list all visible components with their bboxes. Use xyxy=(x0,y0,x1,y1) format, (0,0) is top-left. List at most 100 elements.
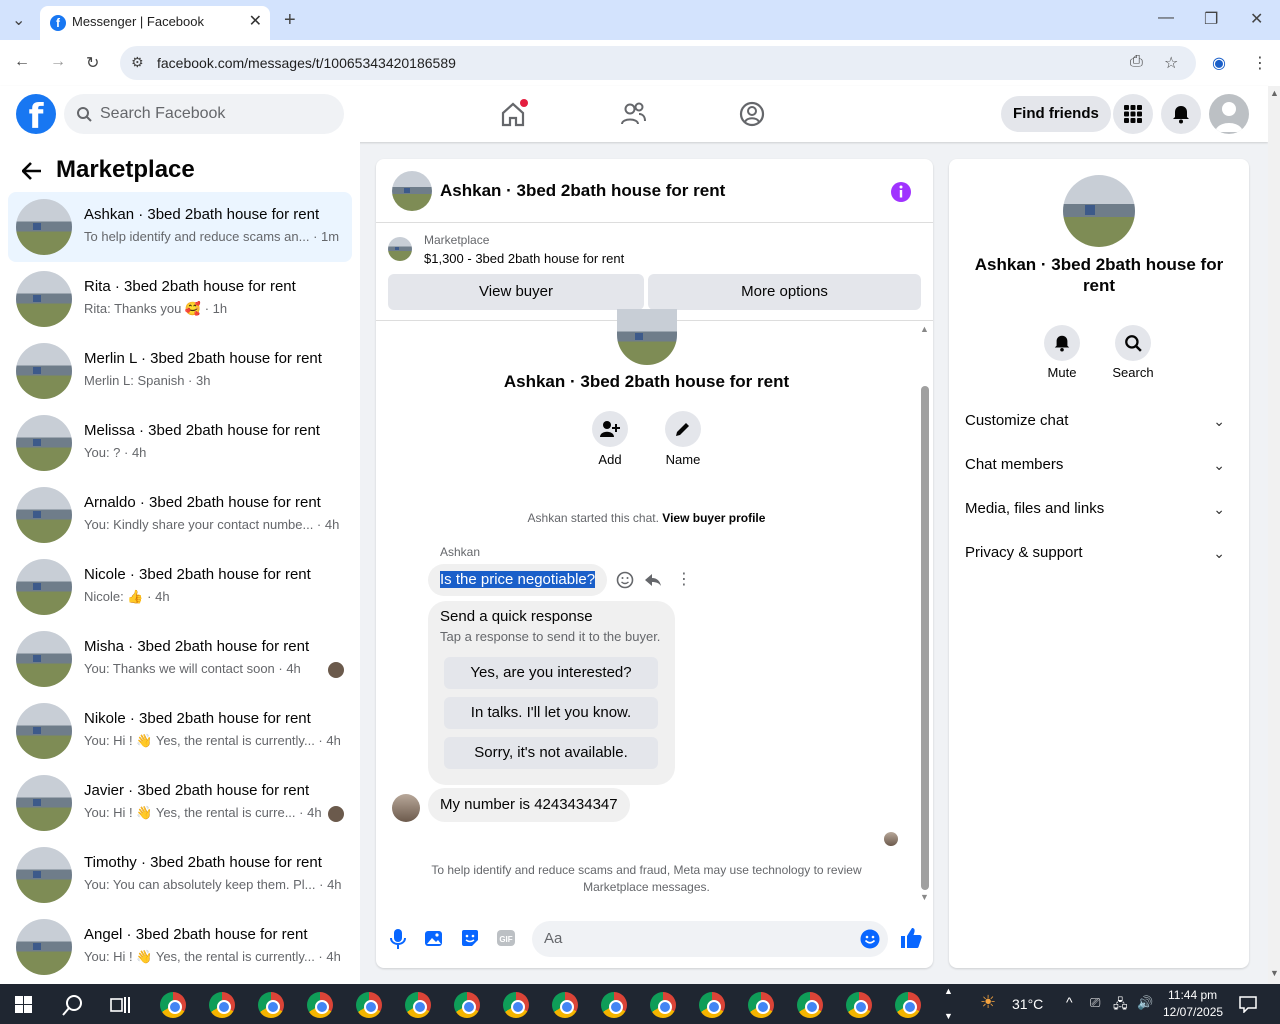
quick-response-button[interactable]: Yes, are you interested? xyxy=(444,657,658,689)
conversation-item[interactable]: Angel · 3bed 2bath house for rent You: Hi… xyxy=(8,912,352,982)
windows-start-icon[interactable] xyxy=(15,996,32,1013)
thumbs-up-icon[interactable] xyxy=(899,926,923,950)
chat-scrollbar[interactable]: ▲ ▼ xyxy=(919,324,931,904)
close-tab-icon[interactable]: ✕ xyxy=(249,11,262,31)
search-chat-button[interactable] xyxy=(1115,325,1151,361)
listing-title[interactable]: $1,300 - 3bed 2bath house for rent xyxy=(424,251,624,266)
chrome-taskbar-app-icon[interactable] xyxy=(209,992,235,1018)
name-button[interactable] xyxy=(665,411,701,447)
chrome-taskbar-app-icon[interactable] xyxy=(454,992,480,1018)
page-scrollbar[interactable]: ▲ ▼ xyxy=(1268,86,1280,984)
chrome-taskbar-app-icon[interactable] xyxy=(258,992,284,1018)
back-icon[interactable]: ← xyxy=(14,53,30,71)
more-actions-icon[interactable]: ⋮ xyxy=(676,569,692,589)
message-bubble[interactable]: Is the price negotiable? xyxy=(428,564,608,596)
home-icon[interactable] xyxy=(497,98,529,130)
conversation-item[interactable]: Arnaldo · 3bed 2bath house for rent You: … xyxy=(8,480,352,550)
emoji-icon[interactable] xyxy=(860,929,880,949)
taskbar-scroll[interactable]: ▲ ▼ xyxy=(942,984,956,1024)
quick-response-button[interactable]: In talks. I'll let you know. xyxy=(444,697,658,729)
search-input[interactable]: Search Facebook xyxy=(64,94,344,134)
scroll-up-icon[interactable]: ▲ xyxy=(920,324,929,334)
install-app-icon[interactable]: ⎙ xyxy=(1130,53,1143,71)
account-avatar[interactable] xyxy=(1209,94,1249,134)
sticker-icon[interactable] xyxy=(460,928,480,948)
volume-icon[interactable]: 🔊 xyxy=(1137,995,1153,1011)
chrome-taskbar-app-icon[interactable] xyxy=(846,992,872,1018)
chrome-taskbar-app-icon[interactable] xyxy=(356,992,382,1018)
site-info-icon[interactable]: ⚙ xyxy=(131,54,144,71)
mute-button[interactable] xyxy=(1044,325,1080,361)
weather-icon[interactable]: ☀ xyxy=(980,992,996,1013)
url-field[interactable]: ⚙ facebook.com/messages/t/10065343420186… xyxy=(120,46,1196,80)
conversation-item[interactable]: Javier · 3bed 2bath house for rent You: H… xyxy=(8,768,352,838)
privacy-support-section[interactable]: Privacy & support ⌄ xyxy=(965,533,1233,573)
restore-icon[interactable]: ❐ xyxy=(1204,9,1218,29)
minimize-icon[interactable]: — xyxy=(1158,9,1174,27)
view-buyer-profile-link[interactable]: View buyer profile xyxy=(662,511,765,525)
scrollbar-thumb[interactable] xyxy=(921,386,929,890)
chrome-taskbar-app-icon[interactable] xyxy=(895,992,921,1018)
close-window-icon[interactable]: ✕ xyxy=(1250,9,1263,29)
media-files-links-section[interactable]: Media, files and links ⌄ xyxy=(965,489,1233,529)
conversation-item[interactable]: Nicole · 3bed 2bath house for rent Nicole… xyxy=(8,552,352,622)
chrome-taskbar-app-icon[interactable] xyxy=(650,992,676,1018)
chrome-taskbar-app-icon[interactable] xyxy=(503,992,529,1018)
facebook-logo-icon[interactable]: f xyxy=(16,94,56,137)
customize-chat-section[interactable]: Customize chat ⌄ xyxy=(965,401,1233,441)
back-arrow-icon[interactable] xyxy=(22,162,42,180)
groups-icon[interactable] xyxy=(736,98,768,130)
photo-icon[interactable] xyxy=(424,928,444,948)
temperature[interactable]: 31°C xyxy=(1012,996,1043,1012)
friends-icon[interactable] xyxy=(617,98,649,130)
page-scroll-down-icon[interactable]: ▼ xyxy=(1270,968,1279,978)
chrome-taskbar-app-icon[interactable] xyxy=(601,992,627,1018)
chrome-taskbar-app-icon[interactable] xyxy=(699,992,725,1018)
tab-search-icon[interactable]: ⌄ xyxy=(12,10,25,30)
find-friends-button[interactable]: Find friends xyxy=(1001,96,1111,132)
menu-button[interactable] xyxy=(1113,94,1153,134)
message-input[interactable]: Aa xyxy=(532,921,888,957)
conversation-item[interactable]: Misha · 3bed 2bath house for rent You: Th… xyxy=(8,624,352,694)
bookmark-star-icon[interactable]: ☆ xyxy=(1164,53,1178,73)
chat-members-section[interactable]: Chat members ⌄ xyxy=(965,445,1233,485)
notification-center-icon[interactable] xyxy=(1239,995,1257,1013)
browser-menu-icon[interactable]: ⋮ xyxy=(1252,53,1268,73)
taskbar-scroll-up-icon[interactable]: ▲ xyxy=(944,986,953,996)
taskbar-scroll-down-icon[interactable]: ▼ xyxy=(944,1011,953,1021)
notifications-button[interactable] xyxy=(1161,94,1201,134)
view-buyer-button[interactable]: View buyer xyxy=(388,274,644,310)
chrome-taskbar-app-icon[interactable] xyxy=(160,992,186,1018)
gif-icon[interactable]: GIF xyxy=(496,928,516,948)
chrome-taskbar-app-icon[interactable] xyxy=(405,992,431,1018)
conversation-item[interactable]: Ashkan · 3bed 2bath house for rent To hel… xyxy=(8,192,352,262)
chat-avatar[interactable] xyxy=(392,171,432,211)
new-tab-icon[interactable]: + xyxy=(284,9,296,32)
forward-icon[interactable]: → xyxy=(50,53,66,71)
task-view-icon[interactable] xyxy=(110,996,130,1014)
profile-icon[interactable]: ◉ xyxy=(1212,53,1226,73)
show-hidden-icons-icon[interactable]: ^ xyxy=(1066,994,1073,1010)
info-icon[interactable] xyxy=(890,181,912,203)
conversation-item[interactable]: Merlin L · 3bed 2bath house for rent Merl… xyxy=(8,336,352,406)
page-scroll-up-icon[interactable]: ▲ xyxy=(1270,88,1279,98)
chrome-taskbar-app-icon[interactable] xyxy=(748,992,774,1018)
add-button[interactable] xyxy=(592,411,628,447)
chrome-taskbar-app-icon[interactable] xyxy=(797,992,823,1018)
taskbar-search-icon[interactable] xyxy=(62,994,84,1016)
clock-date[interactable]: 12/07/2025 xyxy=(1163,1005,1223,1019)
sender-avatar[interactable] xyxy=(392,794,420,822)
chrome-taskbar-app-icon[interactable] xyxy=(552,992,578,1018)
chat-title[interactable]: Ashkan · 3bed 2bath house for rent xyxy=(440,181,725,201)
clock-time[interactable]: 11:44 pm xyxy=(1168,988,1217,1002)
reload-icon[interactable]: ↻ xyxy=(86,53,99,73)
network-icon[interactable]: 🖧 xyxy=(1113,995,1128,1017)
microphone-icon[interactable] xyxy=(390,928,406,950)
conversation-item[interactable]: Timothy · 3bed 2bath house for rent You: … xyxy=(8,840,352,910)
browser-tab[interactable]: f Messenger | Facebook ✕ xyxy=(40,6,270,40)
conversation-item[interactable]: Rita · 3bed 2bath house for rent Rita: Th… xyxy=(8,264,352,334)
chrome-taskbar-app-icon[interactable] xyxy=(307,992,333,1018)
quick-response-button[interactable]: Sorry, it's not available. xyxy=(444,737,658,769)
conversation-item[interactable]: Nikole · 3bed 2bath house for rent You: H… xyxy=(8,696,352,766)
meet-now-icon[interactable]: ⎚ xyxy=(1090,995,1100,1011)
